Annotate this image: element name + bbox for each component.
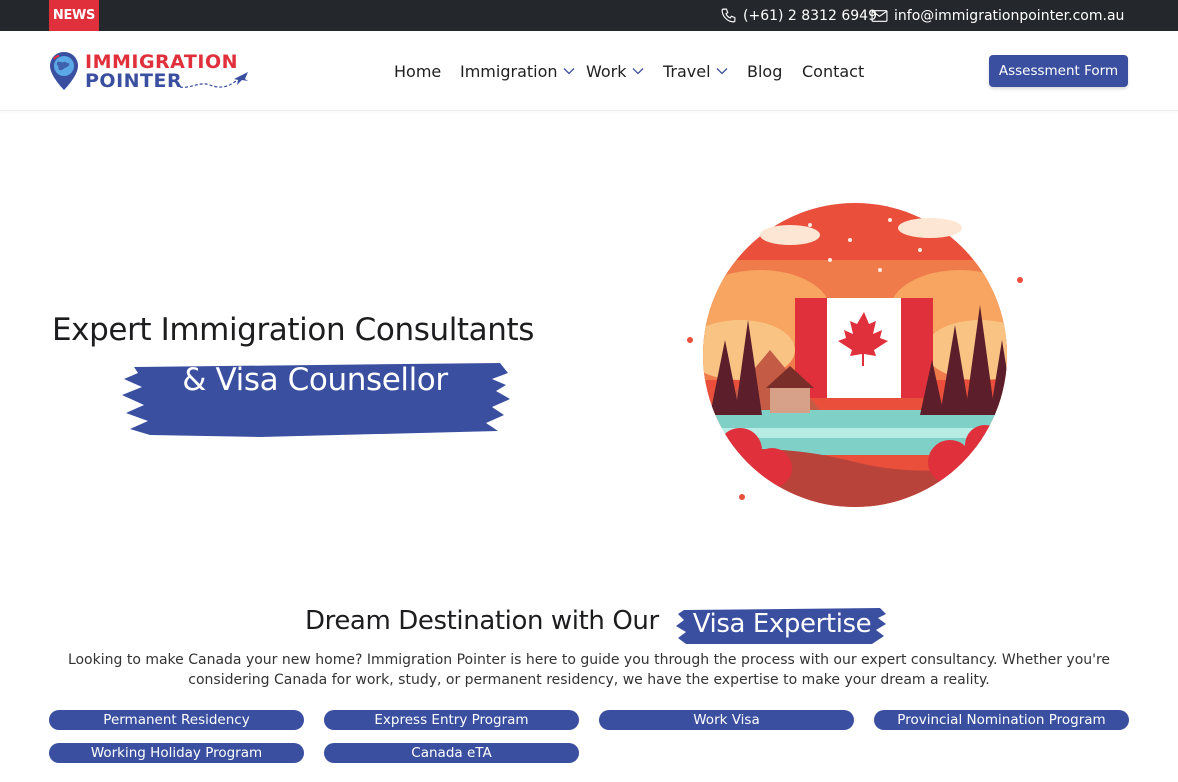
nav-immigration[interactable]: Immigration: [460, 31, 575, 111]
chip-canada-eta[interactable]: Canada eTA: [324, 743, 579, 763]
chevron-down-icon: [716, 68, 728, 75]
assessment-form-button[interactable]: Assessment Form: [989, 55, 1128, 87]
email-link[interactable]: info@immigrationpointer.com.au: [871, 0, 1124, 31]
globe-pin-icon: [50, 52, 78, 90]
chevron-down-icon: [632, 68, 643, 75]
main-header: IMMIGRATION POINTER Home Immigration Wor…: [0, 31, 1178, 111]
email-address: info@immigrationpointer.com.au: [894, 7, 1125, 24]
chip-provincial-nomination[interactable]: Provincial Nomination Program: [874, 710, 1129, 730]
chip-working-holiday[interactable]: Working Holiday Program: [49, 743, 304, 763]
hero-highlight-text: & Visa Counsellor: [182, 362, 448, 398]
airplane-icon: [179, 72, 248, 88]
phone-number: (+61) 2 8312 6949: [743, 7, 877, 24]
nav-immigration-label: Immigration: [460, 61, 558, 81]
news-badge[interactable]: NEWS: [49, 0, 99, 31]
section-highlight: Visa Expertise: [676, 606, 888, 646]
chip-express-entry[interactable]: Express Entry Program: [324, 710, 579, 730]
chevron-down-icon: [563, 68, 574, 75]
nav-travel[interactable]: Travel: [663, 31, 728, 111]
nav-home-label: Home: [394, 61, 442, 81]
nav-blog-label: Blog: [747, 61, 783, 81]
section-title: Dream Destination with Our: [305, 606, 659, 636]
site-logo[interactable]: IMMIGRATION POINTER: [48, 51, 253, 93]
phone-icon: [721, 8, 736, 23]
mail-icon: [871, 9, 888, 22]
hero-title: Expert Immigration Consultants: [52, 312, 535, 348]
nav-contact-label: Contact: [802, 61, 865, 81]
canada-illustration: [687, 203, 1023, 507]
nav-work-label: Work: [586, 61, 627, 81]
nav-home[interactable]: Home: [394, 31, 441, 111]
logo-text-line2: POINTER: [85, 70, 183, 92]
section-description: Looking to make Canada your new home? Im…: [67, 652, 1111, 688]
nav-blog[interactable]: Blog: [747, 31, 782, 111]
nav-travel-label: Travel: [663, 61, 711, 81]
top-bar: NEWS (+61) 2 8312 6949 info@immigrationp…: [0, 0, 1178, 31]
chip-work-visa[interactable]: Work Visa: [599, 710, 854, 730]
phone-link[interactable]: (+61) 2 8312 6949: [720, 0, 877, 31]
nav-work[interactable]: Work: [586, 31, 644, 111]
section-highlight-text: Visa Expertise: [692, 609, 872, 639]
chip-permanent-residency[interactable]: Permanent Residency: [49, 710, 304, 730]
nav-contact[interactable]: Contact: [802, 31, 864, 111]
